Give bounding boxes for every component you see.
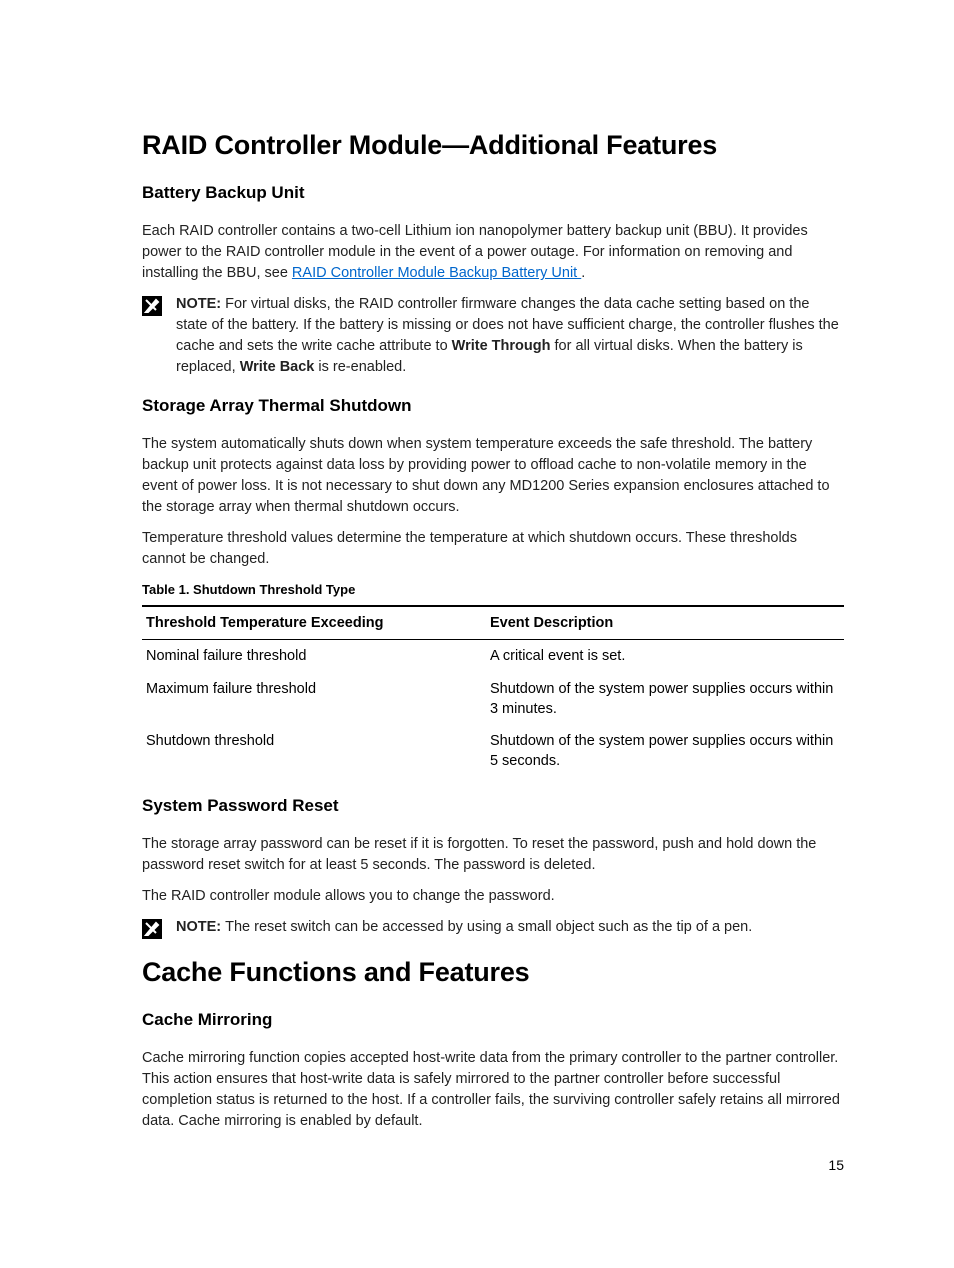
bold-text: Write Through bbox=[452, 338, 551, 354]
note-body: NOTE: For virtual disks, the RAID contro… bbox=[176, 294, 844, 378]
paragraph-bbu: Each RAID controller contains a two-cell… bbox=[142, 221, 844, 284]
table-caption: Table 1. Shutdown Threshold Type bbox=[142, 582, 844, 597]
paragraph-thermal-2: Temperature threshold values determine t… bbox=[142, 528, 844, 570]
heading-cache-functions: Cache Functions and Features bbox=[142, 957, 844, 988]
text: is re-enabled. bbox=[314, 359, 406, 375]
table-row: Shutdown threshold Shutdown of the syste… bbox=[142, 725, 844, 778]
note-icon bbox=[142, 296, 168, 316]
paragraph-thermal-1: The system automatically shuts down when… bbox=[142, 434, 844, 518]
text: . bbox=[581, 265, 585, 281]
table-cell: Maximum failure threshold bbox=[142, 673, 486, 726]
table-cell: Nominal failure threshold bbox=[142, 640, 486, 673]
document-page: RAID Controller Module—Additional Featur… bbox=[0, 0, 954, 1202]
paragraph-mirror: Cache mirroring function copies accepted… bbox=[142, 1048, 844, 1132]
heading-bbu: Battery Backup Unit bbox=[142, 183, 844, 203]
table-header-row: Threshold Temperature Exceeding Event De… bbox=[142, 606, 844, 640]
paragraph-pwd-2: The RAID controller module allows you to… bbox=[142, 886, 844, 907]
table-header-event: Event Description bbox=[486, 606, 844, 640]
heading-cache-mirroring: Cache Mirroring bbox=[142, 1010, 844, 1030]
table-cell: Shutdown threshold bbox=[142, 725, 486, 778]
table-cell: Shutdown of the system power supplies oc… bbox=[486, 725, 844, 778]
note-label: NOTE: bbox=[176, 919, 225, 935]
note-block: NOTE: The reset switch can be accessed b… bbox=[142, 917, 844, 939]
table-header-threshold: Threshold Temperature Exceeding bbox=[142, 606, 486, 640]
paragraph-pwd-1: The storage array password can be reset … bbox=[142, 834, 844, 876]
table-row: Maximum failure threshold Shutdown of th… bbox=[142, 673, 844, 726]
table-row: Nominal failure threshold A critical eve… bbox=[142, 640, 844, 673]
text: The reset switch can be accessed by usin… bbox=[225, 919, 752, 935]
note-body: NOTE: The reset switch can be accessed b… bbox=[176, 917, 752, 938]
table-cell: A critical event is set. bbox=[486, 640, 844, 673]
table-cell: Shutdown of the system power supplies oc… bbox=[486, 673, 844, 726]
note-block: NOTE: For virtual disks, the RAID contro… bbox=[142, 294, 844, 378]
heading-password-reset: System Password Reset bbox=[142, 796, 844, 816]
note-label: NOTE: bbox=[176, 296, 225, 312]
link-bbu-replacement[interactable]: RAID Controller Module Backup Battery Un… bbox=[292, 265, 581, 281]
note-icon bbox=[142, 919, 168, 939]
heading-thermal: Storage Array Thermal Shutdown bbox=[142, 396, 844, 416]
bold-text: Write Back bbox=[240, 359, 315, 375]
heading-raid-controller: RAID Controller Module—Additional Featur… bbox=[142, 130, 844, 161]
table-shutdown-threshold: Threshold Temperature Exceeding Event De… bbox=[142, 605, 844, 777]
page-number: 15 bbox=[828, 1157, 844, 1173]
